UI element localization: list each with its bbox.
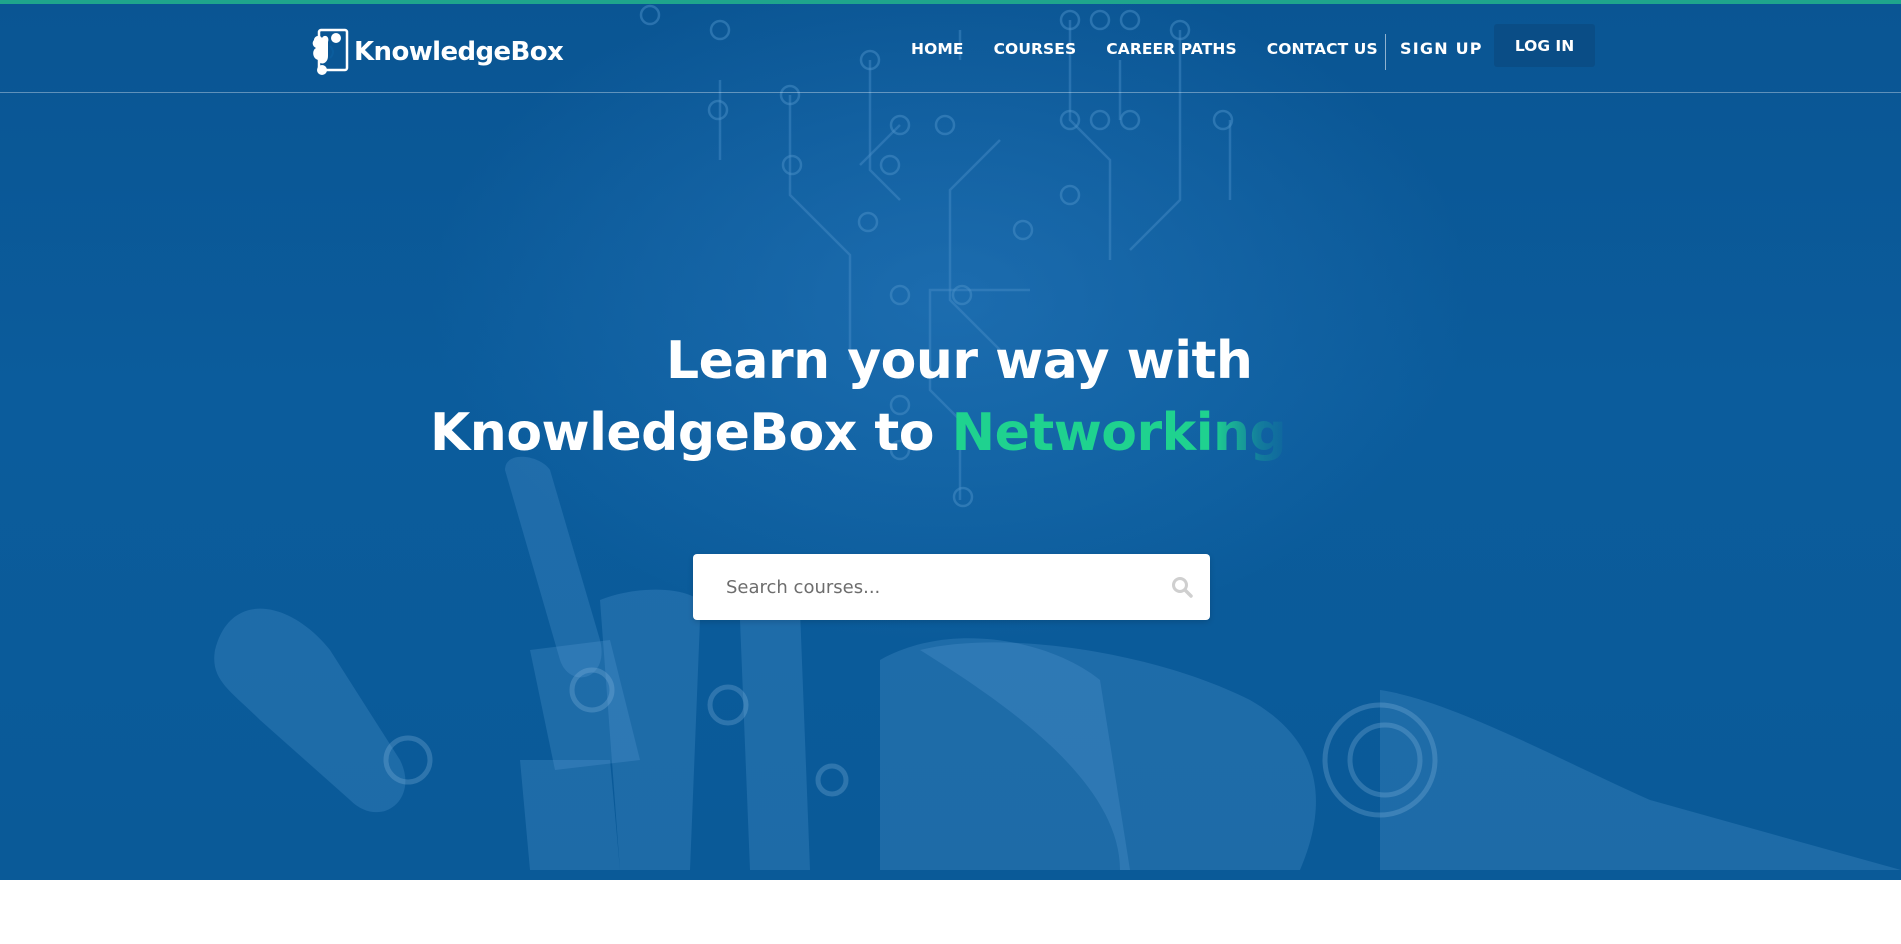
hero-section: KnowledgeBox HOME COURSES CAREER PATHS C… [0,0,1901,880]
typed-word: Networking [951,402,1287,463]
navbar: KnowledgeBox HOME COURSES CAREER PATHS C… [0,4,1901,93]
signup-link[interactable]: SIGN UP [1400,39,1483,58]
logo-link[interactable]: KnowledgeBox [310,26,564,78]
knowledgebox-logo-icon [312,28,349,75]
main-nav: HOME COURSES CAREER PATHS CONTACT US [911,40,1408,58]
content-area [0,880,1901,944]
headline-line-2: KnowledgeBox to Networking [430,397,1287,469]
nav-career-paths[interactable]: CAREER PATHS [1106,40,1236,58]
headline-prefix: KnowledgeBox to [430,402,934,463]
headline-line-1: Learn your way with [666,330,1253,391]
course-search-form [693,554,1210,620]
nav-contact-us[interactable]: CONTACT US [1267,40,1378,58]
login-button[interactable]: LOG IN [1494,24,1595,67]
nav-divider [1385,34,1386,70]
nav-courses[interactable]: COURSES [994,40,1077,58]
page: KnowledgeBox HOME COURSES CAREER PATHS C… [0,0,1901,944]
search-input[interactable] [693,554,1166,620]
brand-name: KnowledgeBox [354,37,564,67]
nav-home[interactable]: HOME [911,40,964,58]
search-icon[interactable] [1170,575,1194,599]
